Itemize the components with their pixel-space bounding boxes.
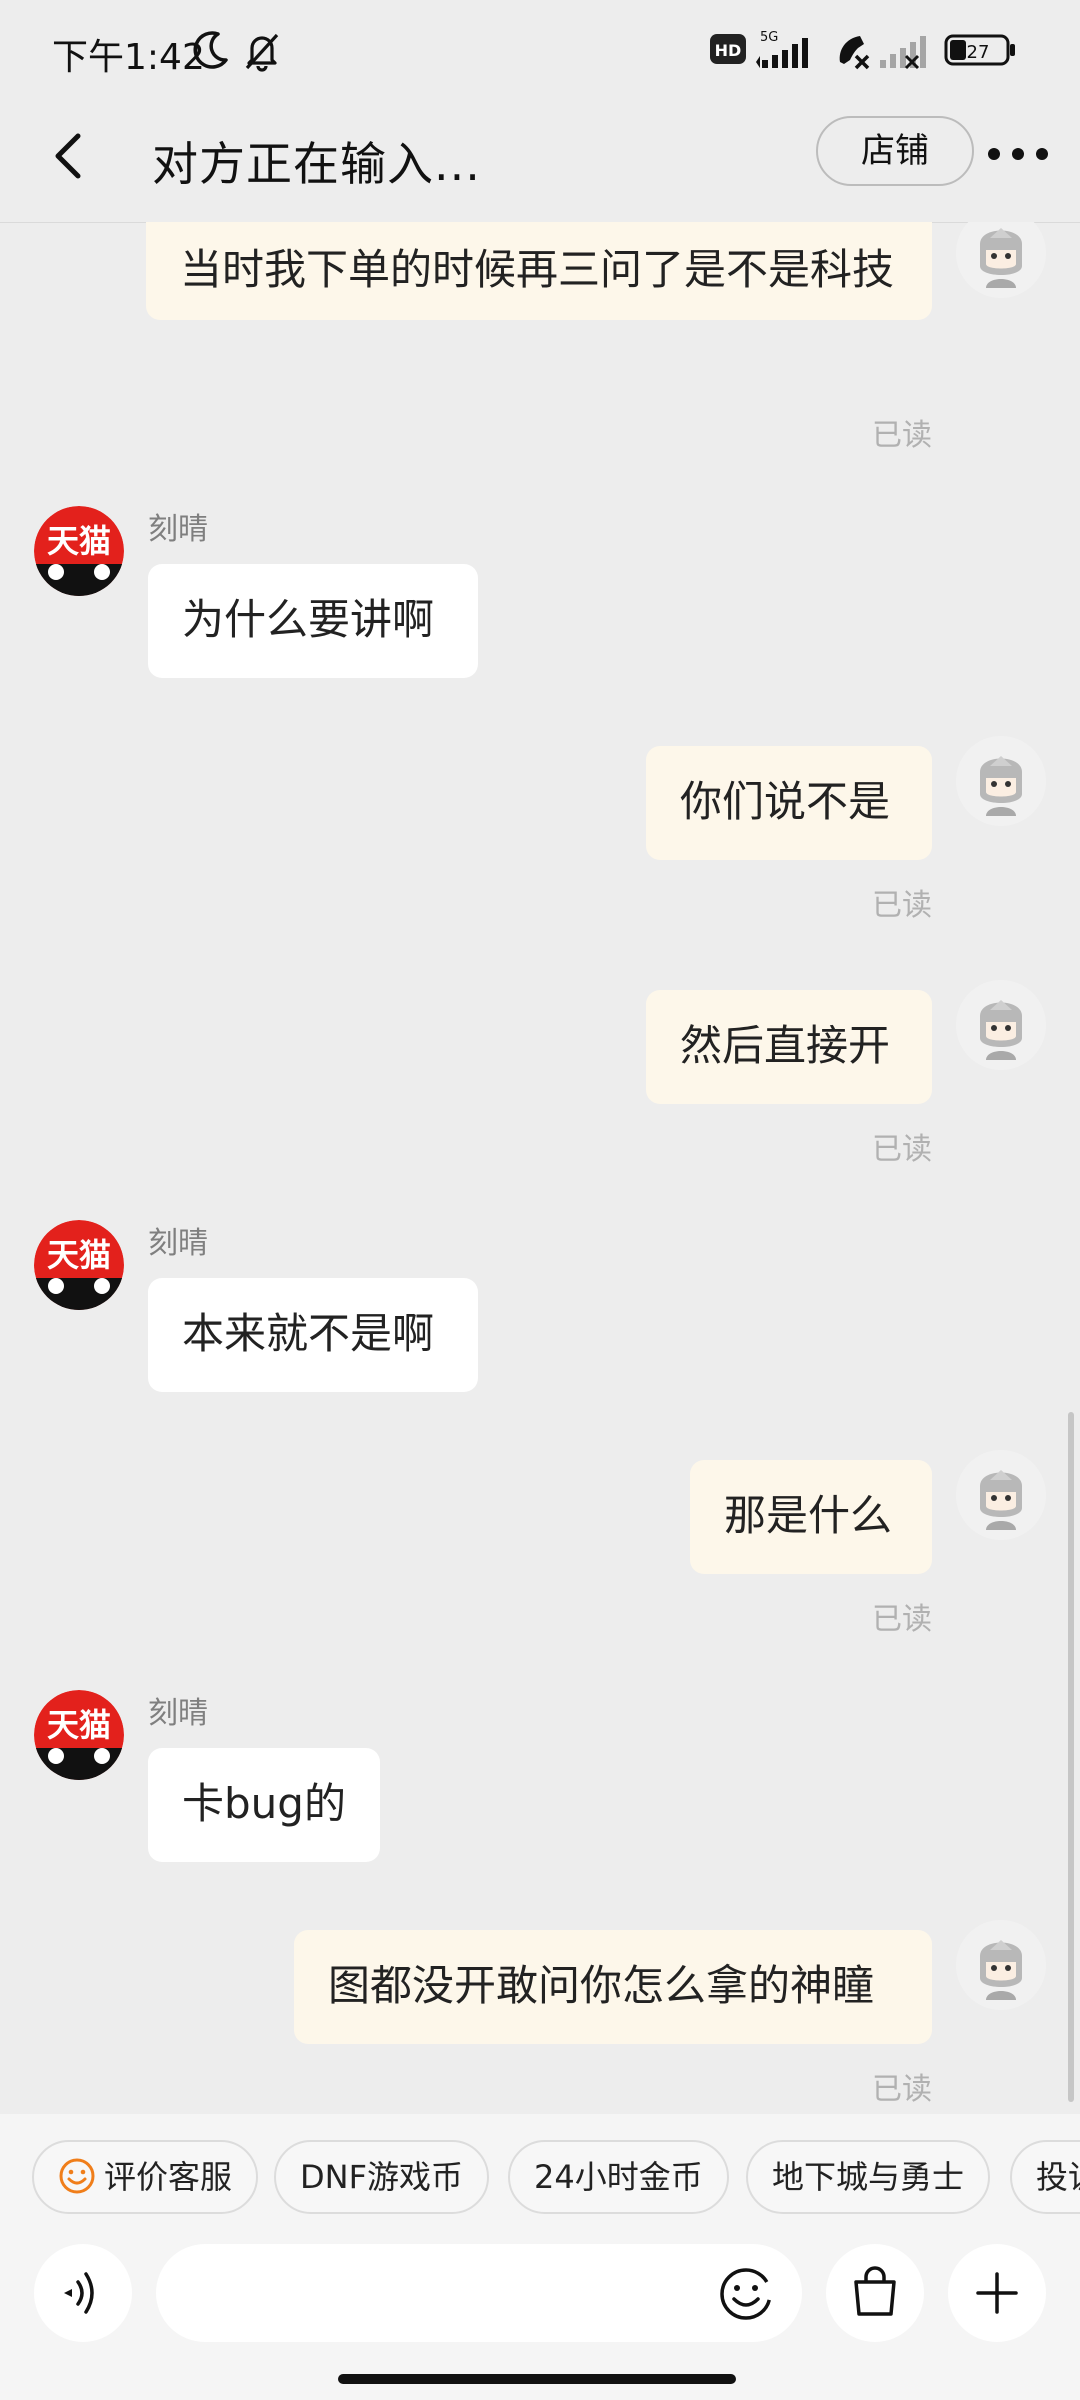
network-text: 5G (760, 30, 778, 45)
user-avatar[interactable] (956, 222, 1046, 298)
tmall-avatar-image: 天猫 (34, 1220, 124, 1310)
user-avatar[interactable] (956, 736, 1046, 826)
sender-name: 刻晴 (148, 512, 208, 547)
tmall-avatar-label: 天猫 (47, 1236, 111, 1274)
input-bar (0, 2244, 1080, 2354)
battery-level: 27 (967, 42, 990, 63)
hd-text: HD (715, 41, 742, 60)
read-status: 已读 (872, 888, 932, 923)
incoming-message[interactable]: 本来就不是啊 (148, 1278, 478, 1392)
back-icon[interactable] (40, 126, 100, 186)
voice-button[interactable] (34, 2244, 132, 2342)
shop-avatar[interactable]: 天猫 (34, 1690, 124, 1780)
user-avatar[interactable] (956, 1450, 1046, 1540)
shop-avatar[interactable]: 天猫 (34, 506, 124, 596)
bell-off-icon (245, 33, 279, 72)
plus-icon (976, 2272, 1018, 2314)
chat-area[interactable]: 当时我下单的时候再三问了是不是科技 已读 天猫 刻晴 为什么要讲啊 你们说不是 (0, 222, 1080, 2114)
outgoing-message[interactable]: 那是什么 (690, 1460, 932, 1574)
read-status: 已读 (872, 1602, 932, 1637)
signal-5g-icon: 5G (756, 30, 808, 68)
quick-actions-bar: 评价客服 DNF游戏币 24小时金币 地下城与勇士 投诉 (0, 2114, 1080, 2244)
outgoing-message[interactable]: 你们说不是 (646, 746, 932, 860)
read-status: 已读 (872, 2072, 932, 2107)
outgoing-message[interactable]: 当时我下单的时候再三问了是不是科技 (146, 222, 932, 320)
tmall-avatar-label: 天猫 (47, 1706, 111, 1744)
moon-icon (193, 31, 228, 69)
user-avatar-image (956, 980, 1046, 1070)
quick-action-24h-coins[interactable]: 24小时金币 (508, 2140, 729, 2214)
incoming-message[interactable]: 为什么要讲啊 (148, 564, 478, 678)
user-avatar-image (956, 1920, 1046, 2010)
user-avatar[interactable] (956, 1920, 1046, 2010)
tmall-avatar-label: 天猫 (47, 522, 111, 560)
user-avatar-image (956, 1450, 1046, 1540)
quick-action-complaint[interactable]: 投诉 (1010, 2140, 1080, 2214)
user-avatar-image (956, 736, 1046, 826)
outgoing-message[interactable]: 图都没开敢问你怎么拿的神瞳 (294, 1930, 932, 2044)
outgoing-message[interactable]: 然后直接开 (646, 990, 932, 1104)
sender-name: 刻晴 (148, 1226, 208, 1261)
tmall-avatar-image: 天猫 (34, 1690, 124, 1780)
emoji-icon[interactable] (718, 2266, 774, 2322)
plus-button[interactable] (948, 2244, 1046, 2342)
gesture-bar (0, 2354, 1080, 2400)
home-indicator[interactable] (338, 2374, 736, 2384)
read-status: 已读 (872, 418, 932, 453)
shop-avatar[interactable]: 天猫 (34, 1220, 124, 1310)
user-avatar-image (956, 222, 1046, 298)
signal-weak-icon (880, 36, 926, 70)
read-status: 已读 (872, 1132, 932, 1167)
voice-icon (64, 2272, 94, 2314)
chat-header: 对方正在输入... 店铺 (0, 100, 1080, 223)
chip-label: 评价客服 (104, 2158, 233, 2196)
call-icon (839, 36, 870, 70)
quick-action-dnf-coins[interactable]: DNF游戏币 (274, 2140, 489, 2214)
quick-action-rate-service[interactable]: 评价客服 (32, 2140, 259, 2214)
sender-name: 刻晴 (148, 1696, 208, 1731)
more-icon[interactable] (982, 126, 1052, 182)
quick-action-dungeon-fighter[interactable]: 地下城与勇士 (746, 2140, 991, 2214)
shopping-bag-button[interactable] (826, 2244, 924, 2342)
battery-icon: 27 (944, 34, 1015, 66)
status-bar: 下午1:42 HD 5G 27 (0, 0, 1080, 100)
shop-button[interactable]: 店铺 (816, 116, 974, 186)
chat-scrollbar[interactable] (1068, 1412, 1074, 2102)
user-avatar[interactable] (956, 980, 1046, 1070)
hd-icon: HD (710, 34, 746, 64)
shopping-bag-icon (854, 2266, 896, 2316)
smile-icon (59, 2158, 95, 2194)
status-time: 下午1:42 (52, 37, 205, 78)
tmall-avatar-image: 天猫 (34, 506, 124, 596)
incoming-message[interactable]: 卡bug的 (148, 1748, 380, 1862)
message-input[interactable] (156, 2244, 802, 2342)
page-title: 对方正在输入... (152, 137, 481, 191)
